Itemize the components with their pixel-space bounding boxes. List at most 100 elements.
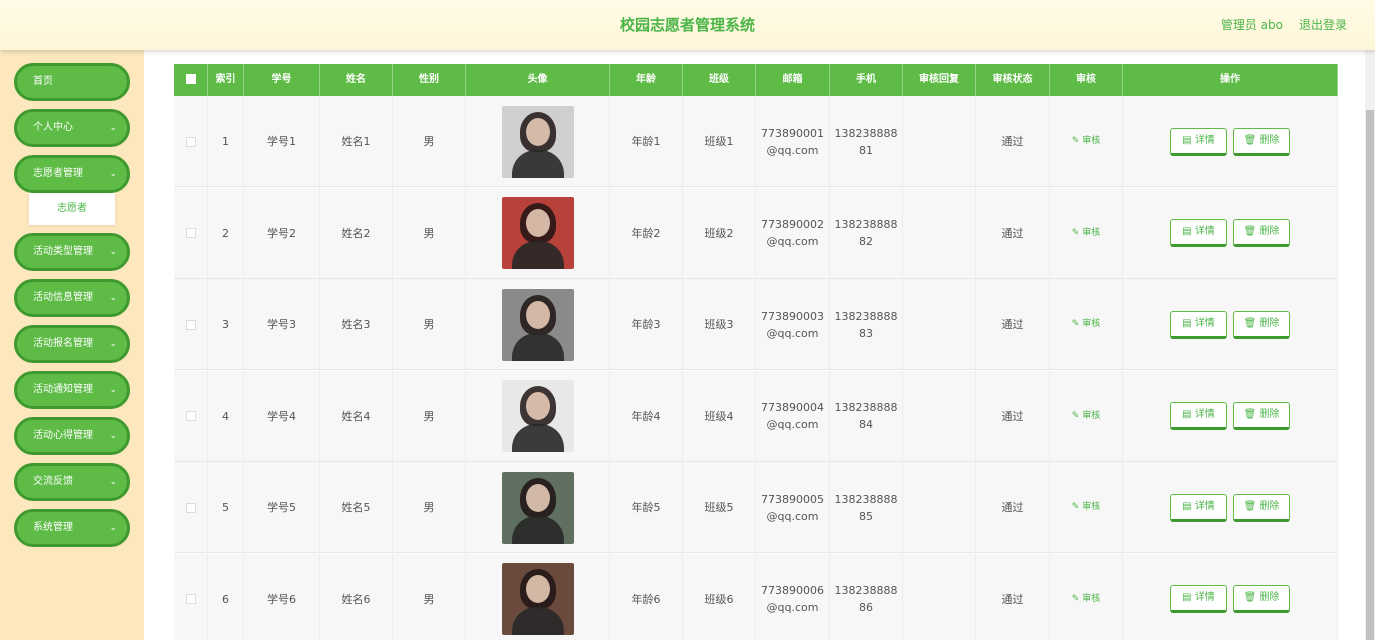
- table-row: 2 学号2 姓名2 男 年龄2 班级2 773890002 @qq.com 138238888 8…: [174, 187, 1338, 279]
- avatar-cell: [466, 96, 610, 187]
- name-cell: 姓名2: [320, 187, 393, 279]
- email-line-2: @qq.com: [766, 418, 819, 431]
- name-cell: 姓名6: [320, 553, 393, 640]
- detail-button[interactable]: ▤ 详情: [1170, 402, 1227, 430]
- column-header: 姓名: [320, 64, 393, 96]
- avatar-cell: [466, 370, 610, 462]
- logout-link[interactable]: 退出登录: [1299, 16, 1347, 33]
- sidebar-item-label: 活动报名管理: [33, 338, 93, 349]
- phone-line-2: 83: [859, 326, 873, 340]
- status-cell: 通过: [976, 279, 1050, 370]
- status-cell: 通过: [976, 370, 1050, 462]
- delete-button[interactable]: 🗑 删除: [1233, 127, 1290, 156]
- delete-button[interactable]: 🗑 删除: [1233, 310, 1290, 339]
- sidebar-item-5[interactable]: 活动报名管理 ⌄: [14, 325, 130, 363]
- row-checkbox[interactable]: [185, 319, 196, 330]
- sidebar-subitem-volunteer[interactable]: 志愿者: [29, 193, 115, 225]
- delete-button[interactable]: 🗑 删除: [1233, 585, 1290, 613]
- trash-icon: 🗑: [1243, 134, 1260, 146]
- phone-cell: 138238888 82: [830, 187, 903, 279]
- avatar: [501, 471, 574, 544]
- reply-cell: [903, 279, 976, 370]
- index-cell: 2: [208, 187, 244, 279]
- column-header: 邮箱: [756, 64, 830, 96]
- sidebar-item-3[interactable]: 活动类型管理 ⌄: [14, 233, 130, 271]
- detail-label: 详情: [1194, 317, 1215, 329]
- column-header: 审核: [1050, 64, 1123, 96]
- detail-button[interactable]: ▤ 详情: [1170, 310, 1227, 339]
- sidebar-item-9[interactable]: 系统管理 ⌄: [14, 509, 130, 547]
- phone-value: 138238888 83: [835, 308, 898, 342]
- sidebar-item-6[interactable]: 活动通知管理 ⌄: [14, 371, 130, 409]
- delete-label: 删除: [1259, 592, 1280, 603]
- audit-button[interactable]: ✎ 审核: [1072, 316, 1100, 333]
- index-cell: 1: [208, 96, 244, 187]
- select-all-checkbox[interactable]: [185, 74, 196, 84]
- phone-value: 138238888 84: [835, 399, 898, 433]
- row-checkbox[interactable]: [185, 411, 196, 421]
- sidebar-item-2[interactable]: 志愿者管理 ⌄: [14, 155, 130, 193]
- status-cell: 通过: [976, 553, 1050, 640]
- edit-icon: ✎: [1071, 502, 1083, 512]
- class-cell: 班级5: [683, 462, 756, 553]
- row-checkbox[interactable]: [185, 502, 196, 513]
- audit-button[interactable]: ✎ 审核: [1072, 499, 1100, 516]
- chevron-down-icon: ⌄: [109, 293, 117, 303]
- email-value: 773890005 @qq.com: [761, 491, 824, 525]
- audit-label: 审核: [1082, 502, 1101, 512]
- name-cell: 姓名5: [320, 462, 393, 553]
- detail-button[interactable]: ▤ 详情: [1170, 493, 1227, 522]
- detail-button[interactable]: ▤ 详情: [1170, 585, 1227, 613]
- audit-button[interactable]: ✎ 审核: [1072, 225, 1100, 242]
- email-value: 773890004 @qq.com: [761, 399, 824, 433]
- delete-button[interactable]: 🗑 删除: [1233, 402, 1290, 430]
- index-cell: 3: [208, 279, 244, 370]
- avatar-body: [511, 149, 564, 178]
- detail-button[interactable]: ▤ 详情: [1170, 219, 1227, 247]
- audit-button[interactable]: ✎ 审核: [1072, 408, 1100, 425]
- sidebar-item-7[interactable]: 活动心得管理 ⌄: [14, 417, 130, 455]
- phone-line-1: 138238888: [834, 309, 898, 323]
- email-line-2: @qq.com: [766, 143, 819, 157]
- row-checkbox[interactable]: [185, 594, 196, 604]
- sidebar-item-8[interactable]: 交流反馈 ⌄: [14, 463, 130, 501]
- row-checkbox[interactable]: [185, 228, 196, 238]
- gender-cell: 男: [393, 462, 466, 553]
- class-cell: 班级4: [683, 370, 756, 462]
- audit-cell: ✎ 审核: [1050, 370, 1123, 462]
- operations-cell: ▤ 详情 🗑 删除: [1123, 370, 1338, 462]
- scrollbar-thumb[interactable]: [1366, 110, 1374, 640]
- operations-cell: ▤ 详情 🗑 删除: [1123, 187, 1338, 279]
- row-checkbox[interactable]: [185, 136, 196, 147]
- gender-cell: 男: [393, 96, 466, 187]
- age-cell: 年龄2: [610, 187, 683, 279]
- index-cell: 6: [208, 553, 244, 640]
- student-no-cell: 学号2: [244, 187, 320, 279]
- index-cell: 4: [208, 370, 244, 462]
- avatar-cell: [466, 553, 610, 640]
- avatar: [501, 288, 574, 361]
- audit-button[interactable]: ✎ 审核: [1072, 591, 1100, 608]
- age-cell: 年龄3: [610, 279, 683, 370]
- delete-button[interactable]: 🗑 删除: [1233, 493, 1290, 522]
- avatar: [501, 105, 574, 178]
- row-select-cell: [174, 187, 208, 279]
- class-cell: 班级2: [683, 187, 756, 279]
- document-icon: ▤: [1182, 409, 1195, 420]
- email-line-2: @qq.com: [766, 326, 819, 340]
- delete-label: 删除: [1259, 226, 1280, 237]
- sidebar-item-label: 活动心得管理: [33, 430, 93, 441]
- email-value: 773890003 @qq.com: [761, 308, 824, 342]
- trash-icon: 🗑: [1243, 500, 1260, 512]
- chevron-down-icon: ⌄: [109, 247, 117, 257]
- app-title: 校园志愿者管理系统: [619, 16, 755, 34]
- delete-button[interactable]: 🗑 删除: [1233, 219, 1290, 247]
- delete-label: 删除: [1259, 134, 1280, 146]
- sidebar-item-1[interactable]: 个人中心 ⌄: [14, 109, 130, 147]
- detail-button[interactable]: ▤ 详情: [1170, 127, 1227, 156]
- sidebar-item-4[interactable]: 活动信息管理 ⌄: [14, 279, 130, 317]
- page-scrollbar[interactable]: [1365, 50, 1375, 640]
- email-line-2: @qq.com: [766, 509, 819, 523]
- sidebar-item-0[interactable]: 首页: [14, 63, 130, 101]
- audit-button[interactable]: ✎ 审核: [1072, 133, 1100, 150]
